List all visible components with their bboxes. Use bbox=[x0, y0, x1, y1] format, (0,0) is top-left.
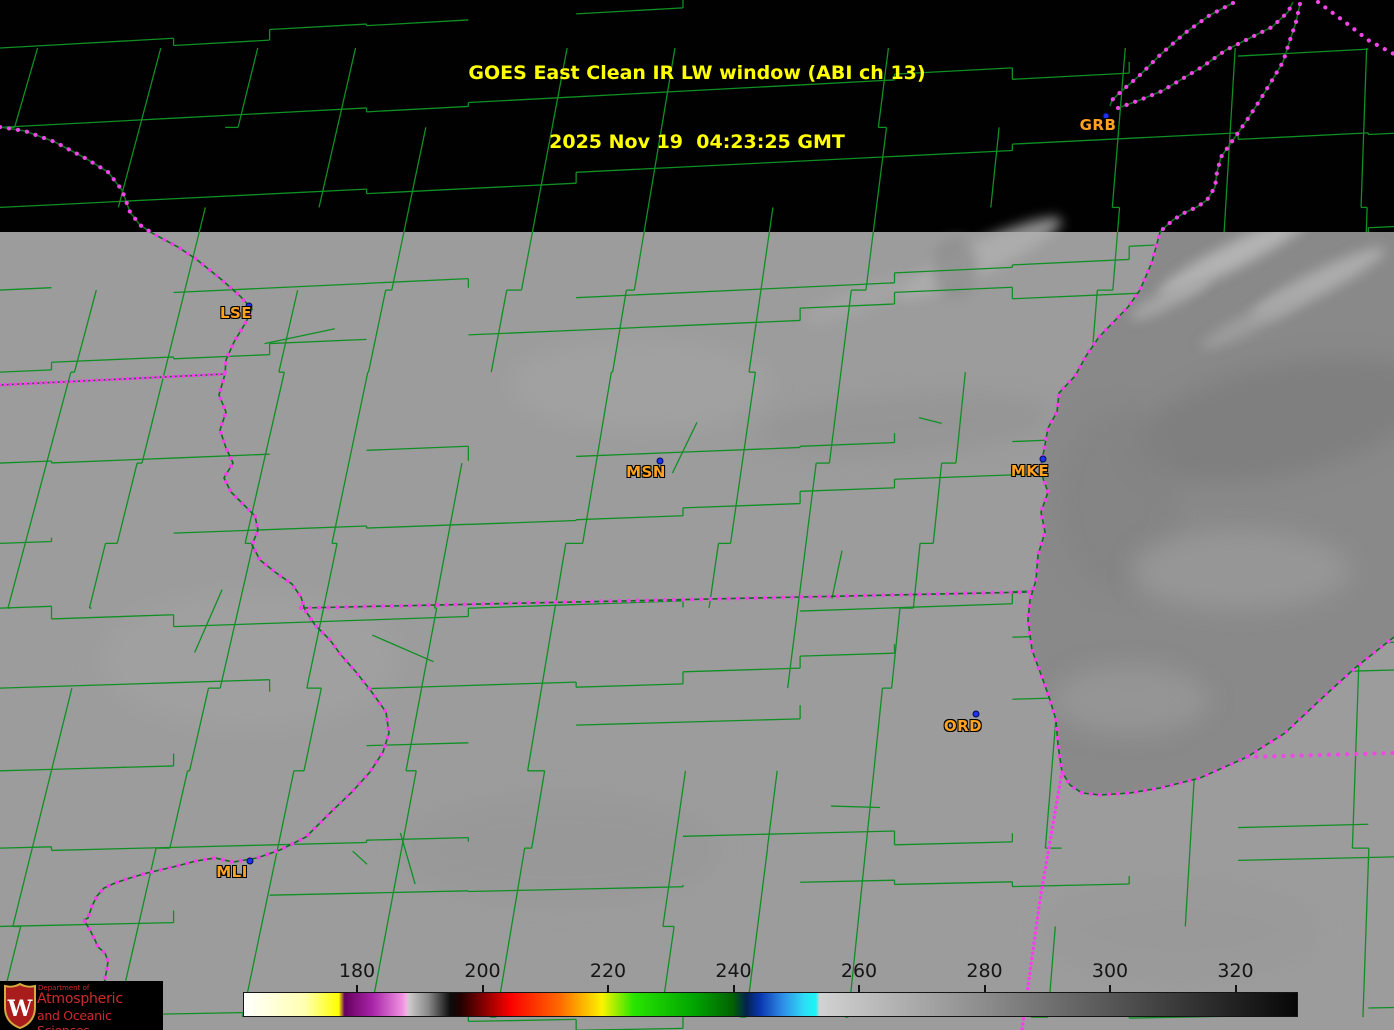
station-label-LSE: LSE bbox=[219, 304, 253, 322]
logo-name-line1: Atmospheric bbox=[37, 991, 123, 1007]
product-title: GOES East Clean IR LW window (ABI ch 13) bbox=[468, 62, 926, 84]
colorbar-tick-label: 240 bbox=[715, 960, 752, 982]
colorbar-tick bbox=[983, 985, 986, 992]
uw-crest-icon: W bbox=[4, 983, 36, 1029]
lake-michigan-surface bbox=[1028, 232, 1394, 795]
colorbar-tick-label: 320 bbox=[1217, 960, 1254, 982]
colorbar-tick bbox=[356, 985, 358, 992]
satellite-image-viewport: GOES East Clean IR LW window (ABI ch 13)… bbox=[0, 0, 1394, 1030]
station-label-MLI: MLI bbox=[216, 863, 248, 881]
colorbar-tick-label: 260 bbox=[840, 960, 878, 982]
station-label-MSN: MSN bbox=[626, 463, 666, 481]
colorbar-tick bbox=[858, 985, 860, 992]
product-title-block: GOES East Clean IR LW window (ABI ch 13)… bbox=[0, 16, 1394, 200]
colorbar-tick bbox=[481, 985, 484, 992]
colorbar-tick-label: 280 bbox=[966, 960, 1003, 982]
station-label-ORD: ORD bbox=[943, 717, 983, 735]
colorbar-tick-label: 220 bbox=[589, 960, 627, 982]
temperature-colorbar bbox=[243, 992, 1298, 1017]
colorbar-tick bbox=[1234, 985, 1237, 992]
colorbar-tick-label: 300 bbox=[1091, 960, 1129, 982]
colorbar-tick bbox=[732, 985, 735, 992]
svg-text:W: W bbox=[7, 996, 33, 1022]
product-timestamp: 2025 Nov 19 04:23:25 GMT bbox=[549, 131, 845, 153]
colorbar-tick-label: 200 bbox=[464, 960, 501, 982]
station-label-GRB: GRB bbox=[1079, 116, 1117, 134]
logo-name-line2: and Oceanic Sciences bbox=[37, 1008, 112, 1030]
aos-logo: W Department of Atmospheric and Oceanic … bbox=[0, 981, 163, 1030]
colorbar-tick bbox=[1109, 985, 1111, 992]
station-label-MKE: MKE bbox=[1010, 462, 1050, 480]
colorbar-tick-label: 180 bbox=[338, 960, 376, 982]
colorbar-tick bbox=[607, 985, 609, 992]
